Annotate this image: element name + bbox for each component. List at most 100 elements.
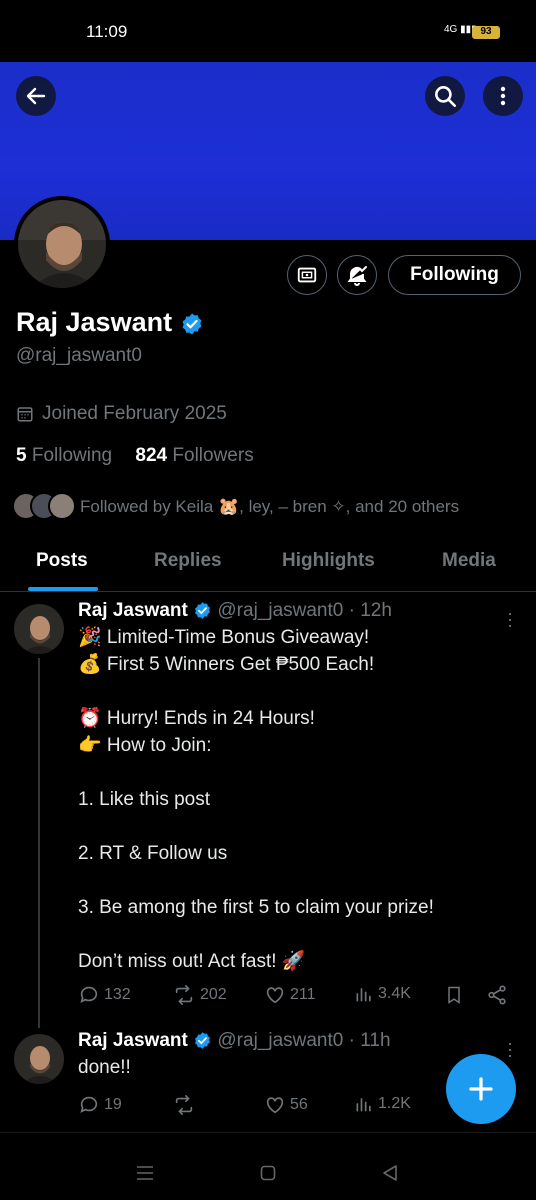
profile-name: Raj Jaswant bbox=[16, 307, 173, 337]
profile-tabs: Posts Replies Highlights Media bbox=[0, 540, 536, 592]
menu-nav-icon[interactable] bbox=[136, 1165, 154, 1181]
heart-icon bbox=[266, 1097, 284, 1114]
post-blank-line bbox=[78, 921, 434, 948]
post-header: Raj Jaswant @raj_jaswant0 · 12h bbox=[78, 600, 392, 622]
home-nav-icon[interactable] bbox=[260, 1165, 276, 1181]
reply-count: 132 bbox=[104, 986, 131, 1003]
bell-check-icon bbox=[347, 266, 367, 286]
analytics-icon bbox=[356, 988, 371, 1002]
profile-name-row: Raj Jaswant bbox=[16, 307, 204, 338]
post-author-name[interactable]: Raj Jaswant bbox=[78, 1030, 188, 1051]
view-count: 1.2K bbox=[378, 1095, 411, 1112]
bookmark-icon bbox=[448, 986, 460, 1004]
back-button[interactable] bbox=[16, 76, 56, 116]
post-line: 1. Like this post bbox=[78, 789, 211, 810]
like-count: 56 bbox=[290, 1096, 308, 1113]
system-nav-bar bbox=[0, 1132, 536, 1200]
post-meta: @raj_jaswant0 · 12h bbox=[217, 600, 392, 621]
search-button[interactable] bbox=[425, 76, 465, 116]
post-text: done!! bbox=[78, 1054, 131, 1081]
reply-button[interactable]: 132 bbox=[78, 984, 131, 1006]
followers-count: 824 bbox=[135, 445, 168, 466]
subscribe-button[interactable] bbox=[287, 255, 327, 295]
post-blank-line bbox=[78, 867, 434, 894]
mini-avatar bbox=[48, 492, 76, 520]
tab-media[interactable]: Media bbox=[442, 550, 496, 572]
reply-count: 19 bbox=[104, 1096, 122, 1113]
verified-badge-icon[interactable] bbox=[180, 312, 204, 336]
tab-replies[interactable]: Replies bbox=[154, 550, 222, 572]
post-more-icon[interactable]: · · · bbox=[502, 604, 518, 634]
avatar-photo bbox=[18, 200, 106, 288]
status-time: 11:09 bbox=[86, 22, 128, 41]
views-button[interactable]: 1.2K bbox=[354, 1094, 411, 1114]
joined-text: Joined February 2025 bbox=[42, 403, 227, 424]
calendar-icon bbox=[17, 407, 33, 422]
ticket-icon bbox=[297, 267, 317, 283]
verified-badge-icon bbox=[195, 1032, 211, 1050]
notifications-button[interactable] bbox=[337, 255, 377, 295]
reply-button[interactable]: 19 bbox=[78, 1094, 122, 1116]
post[interactable]: Raj Jaswant @raj_jaswant0 · 12h · · · 🎉 Li… bbox=[0, 592, 536, 1022]
profile-handle: @raj_jaswant0 bbox=[16, 345, 142, 366]
like-button[interactable]: 211 bbox=[264, 984, 316, 1006]
more-options-button[interactable] bbox=[483, 76, 523, 116]
followers-label: Followers bbox=[172, 445, 254, 466]
tab-highlights[interactable]: Highlights bbox=[282, 550, 375, 572]
repost-button[interactable]: 202 bbox=[172, 984, 227, 1006]
share-icon bbox=[488, 985, 506, 1005]
search-icon bbox=[435, 86, 457, 108]
post-line: 🎉 Limited-Time Bonus Giveaway! bbox=[78, 627, 370, 648]
post-header: Raj Jaswant @raj_jaswant0 · 11h bbox=[78, 1030, 391, 1052]
post-avatar[interactable] bbox=[14, 1034, 64, 1084]
verified-badge-icon bbox=[195, 602, 211, 620]
share-button[interactable] bbox=[486, 984, 508, 1006]
tab-posts[interactable]: Posts bbox=[36, 550, 88, 572]
post-line: 👉 How to Join: bbox=[78, 735, 212, 756]
post-text: 🎉 Limited-Time Bonus Giveaway! 💰 First 5… bbox=[78, 624, 434, 975]
following-link[interactable]: 5 Following bbox=[16, 445, 112, 466]
back-arrow-icon bbox=[26, 87, 46, 105]
avatar-photo bbox=[14, 604, 64, 654]
post-more-icon[interactable]: · · · bbox=[502, 1034, 518, 1064]
post-line: Don’t miss out! Act fast! 🚀 bbox=[78, 951, 306, 972]
repost-count: 202 bbox=[200, 986, 227, 1003]
following-count: 5 bbox=[16, 445, 27, 466]
post-line: 3. Be among the first 5 to claim your pr… bbox=[78, 897, 434, 918]
followed-by-row[interactable]: Followed by Keila 🐹, ley, – bren ✧, and … bbox=[12, 492, 459, 522]
bookmark-button[interactable] bbox=[444, 984, 464, 1006]
plus-icon bbox=[469, 1077, 493, 1101]
follower-avatars bbox=[12, 492, 76, 522]
profile-avatar[interactable] bbox=[14, 196, 110, 292]
view-count: 3.4K bbox=[378, 985, 411, 1002]
active-tab-indicator bbox=[28, 587, 98, 591]
post-author-name[interactable]: Raj Jaswant bbox=[78, 600, 188, 621]
following-label: Following bbox=[31, 445, 113, 466]
followed-by-text: Followed by Keila 🐹, ley, – bren ✧, and … bbox=[80, 497, 460, 516]
reply-icon bbox=[80, 1096, 98, 1113]
joined-date: Joined February 2025 bbox=[16, 403, 227, 425]
compose-button[interactable] bbox=[446, 1054, 516, 1124]
followers-link[interactable]: 824 Followers bbox=[135, 445, 253, 466]
post-meta: @raj_jaswant0 · 11h bbox=[217, 1030, 391, 1051]
back-nav-icon[interactable] bbox=[382, 1164, 398, 1182]
battery-icon: 93 bbox=[472, 26, 500, 39]
status-bar: 11:09 4G ▮▮▮ 93 bbox=[0, 0, 536, 62]
vertical-dots-icon bbox=[500, 86, 506, 106]
repost-button[interactable] bbox=[172, 1094, 200, 1116]
post-blank-line bbox=[78, 813, 434, 840]
repost-icon bbox=[175, 1095, 193, 1115]
analytics-icon bbox=[356, 1098, 371, 1112]
post-line: ⏰ Hurry! Ends in 24 Hours! bbox=[78, 708, 315, 729]
like-button[interactable]: 56 bbox=[264, 1094, 308, 1116]
views-button[interactable]: 3.4K bbox=[354, 984, 411, 1004]
avatar-photo bbox=[14, 1034, 64, 1084]
like-count: 211 bbox=[290, 986, 316, 1003]
post-line: done!! bbox=[78, 1057, 131, 1078]
post-blank-line bbox=[78, 678, 434, 705]
post-avatar[interactable] bbox=[14, 604, 64, 654]
reply-icon bbox=[80, 986, 98, 1003]
follow-stats: 5 Following 824 Followers bbox=[16, 445, 254, 467]
post-actions: 132 202 211 3.4K bbox=[78, 984, 518, 1010]
following-button[interactable]: Following bbox=[388, 255, 521, 295]
